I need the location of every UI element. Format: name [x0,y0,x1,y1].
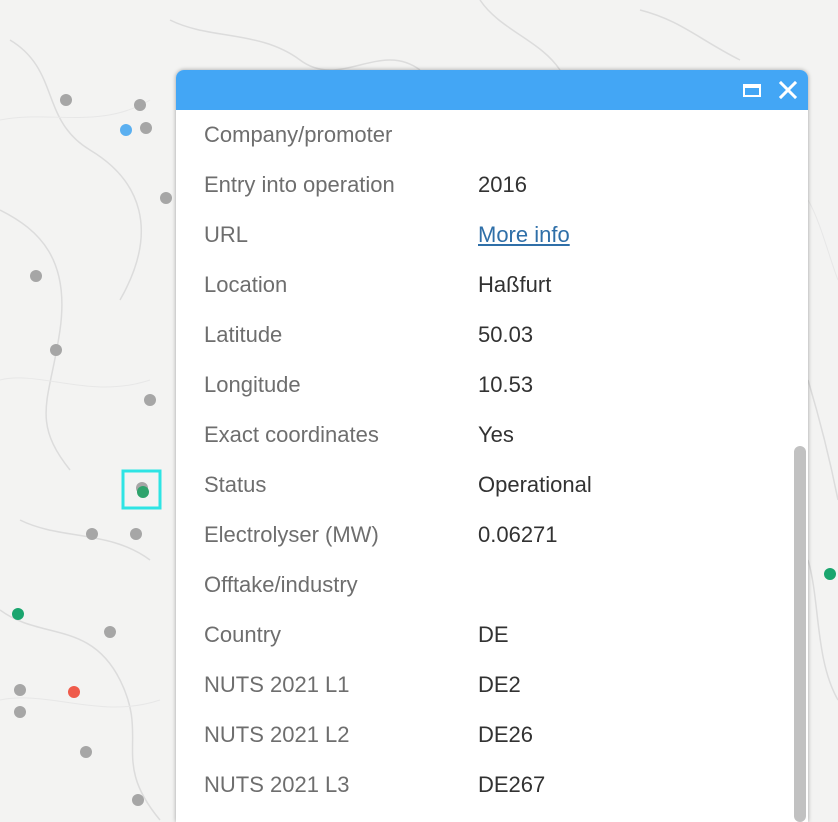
map-point-other[interactable] [80,746,92,758]
attribute-label: NUTS 2021 L3 [204,772,350,797]
attribute-value: 50.03 [478,322,534,347]
close-icon [778,80,798,100]
attribute-value: DE2 [478,672,521,697]
map-point-planned[interactable] [120,124,132,136]
attribute-value: DE [478,622,509,647]
attribute-value: Yes [478,422,514,447]
map-point-other[interactable] [86,528,98,540]
map-point-other[interactable] [50,344,62,356]
map-point-other[interactable] [160,192,172,204]
maximize-button[interactable] [740,78,764,102]
map-point-other[interactable] [104,626,116,638]
attribute-value: DE267 [478,772,546,797]
attribute-value: DE26 [478,722,534,747]
attribute-label: Exact coordinates [204,422,379,447]
map-point-other[interactable] [30,270,42,282]
map-point-other[interactable] [130,528,142,540]
more-info-link[interactable]: More info [478,222,570,247]
map-point-other[interactable] [140,122,152,134]
popup-body[interactable]: Company/promoter Entry into operation 2016… [176,110,808,822]
attribute-label: Entry into operation [204,172,395,197]
map-point-other[interactable] [144,394,156,406]
attribute-value: 0.06271 [478,522,558,547]
attribute-label: NUTS 2021 L1 [204,672,350,697]
attribute-label: Latitude [204,322,283,347]
map-point-decommissioned[interactable] [68,686,80,698]
attribute-label: Location [204,272,288,297]
map-point-operational-selected[interactable] [137,486,149,498]
map-point-operational[interactable] [824,568,836,580]
attribute-value: More info [478,221,570,249]
map-point-other[interactable] [132,794,144,806]
attribute-label: Longitude [204,372,301,397]
attribute-label: Country [204,622,282,647]
attribute-label: Company/promoter [204,122,393,147]
attribute-label: NUTS 2021 L2 [204,722,350,747]
info-popup: Company/promoter Entry into operation 2016… [176,70,808,822]
attribute-value: 2016 [478,172,527,197]
attribute-value: Operational [478,472,592,497]
attribute-value: Haßfurt [478,272,552,297]
attribute-value: 10.53 [478,372,534,397]
attribute-label: Status [204,472,267,497]
attribute-label: Electrolyser (MW) [204,522,379,547]
map-point-operational[interactable] [12,608,24,620]
maximize-icon [743,83,761,97]
attribute-label: Offtake/industry [204,572,358,597]
close-button[interactable] [776,78,800,102]
map-point-other[interactable] [14,684,26,696]
scrollbar-thumb[interactable] [794,446,806,822]
map-point-other[interactable] [134,99,146,111]
map-point-other[interactable] [14,706,26,718]
attribute-label: URL [204,222,249,247]
popup-header [176,70,808,110]
map-point-other[interactable] [60,94,72,106]
scrollbar-track[interactable] [792,110,808,822]
